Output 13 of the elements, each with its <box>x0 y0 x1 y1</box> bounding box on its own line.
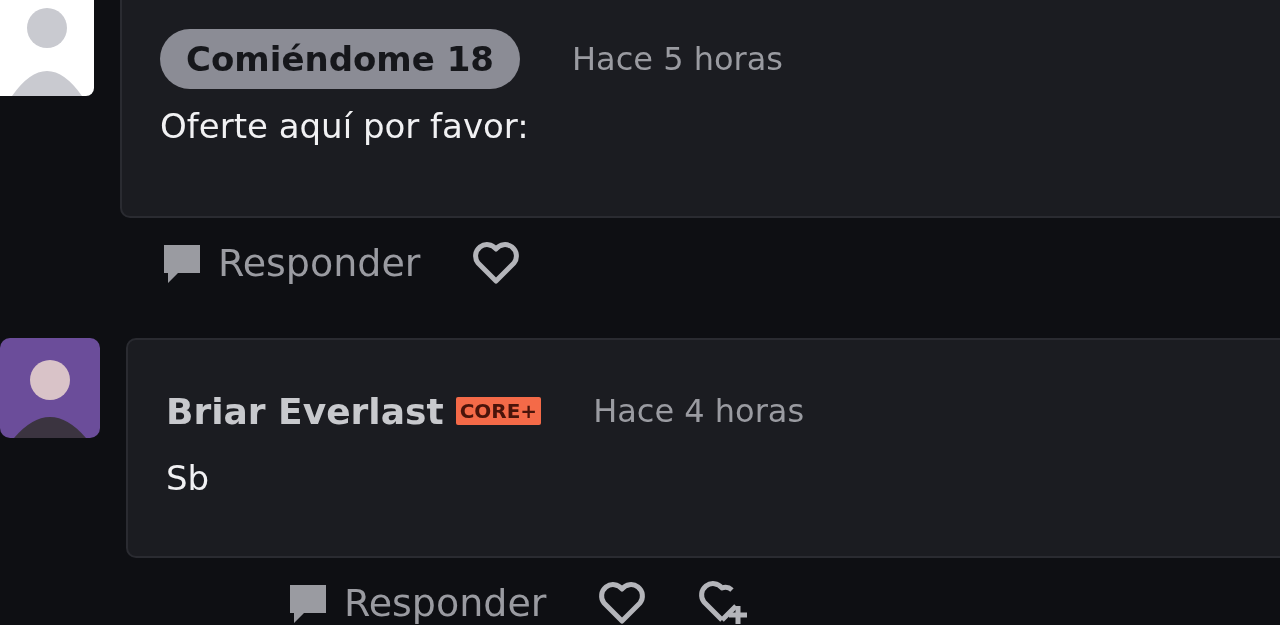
heart-icon[interactable] <box>472 241 521 285</box>
reply-button[interactable]: Responder <box>286 581 547 625</box>
comment-text: Sb <box>166 458 211 498</box>
membership-badge: CORE+ <box>455 397 542 425</box>
timestamp: Hace 5 horas <box>572 40 783 78</box>
timestamp: Hace 4 horas <box>593 392 805 430</box>
author-name[interactable]: Comiéndome 18 <box>160 29 520 89</box>
avatar[interactable] <box>0 338 100 438</box>
comment-text: Oferte aquí por favor: <box>160 106 530 146</box>
heart-icon[interactable] <box>598 581 647 625</box>
heart-plus-icon[interactable] <box>698 580 749 625</box>
author-name[interactable]: Briar Everlast <box>166 390 444 432</box>
reply-button[interactable]: Responder <box>160 241 421 285</box>
